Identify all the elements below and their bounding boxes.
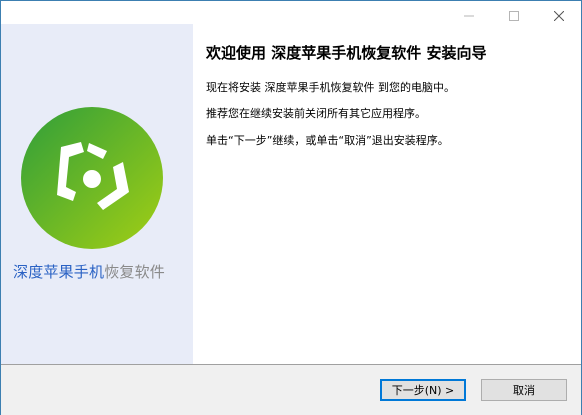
button-bar: 下一步(N) > 取消 — [1, 364, 581, 415]
wizard-content: 欢迎使用 深度苹果手机恢复软件 安装向导 现在将安装 深度苹果手机恢复软件 到您… — [193, 24, 581, 364]
welcome-heading: 欢迎使用 深度苹果手机恢复软件 安装向导 — [206, 44, 487, 62]
brand-name-part1: 深度苹果手机 — [13, 263, 105, 281]
brand-name-part2: 恢复软件 — [104, 263, 166, 281]
close-icon — [553, 10, 564, 21]
close-apps-text: 推荐您在继续安装前关闭所有其它应用程序。 — [206, 107, 426, 120]
next-button[interactable]: 下一步(N) > — [380, 379, 466, 401]
app-logo-icon — [21, 107, 163, 249]
installer-window: 深度苹果手机恢复软件 欢迎使用 深度苹果手机恢复软件 安装向导 现在将安装 深度… — [0, 0, 582, 415]
cancel-button[interactable]: 取消 — [481, 379, 567, 401]
brand-name: 深度苹果手机恢复软件 — [13, 261, 165, 282]
maximize-icon — [508, 10, 519, 21]
install-target-text: 现在将安装 深度苹果手机恢复软件 到您的电脑中。 — [206, 81, 455, 94]
minimize-icon — [463, 15, 474, 16]
instructions-text: 单击“下一步”继续，或单击“取消”退出安装程序。 — [206, 134, 449, 147]
wizard-sidebar: 深度苹果手机恢复软件 — [1, 24, 193, 364]
